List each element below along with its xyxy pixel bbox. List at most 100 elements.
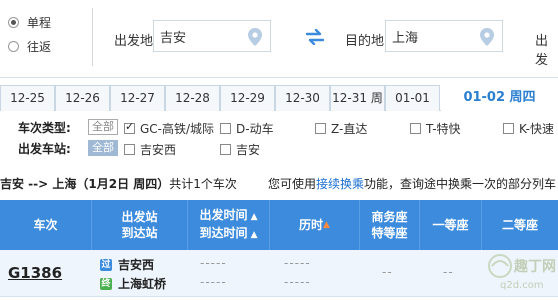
note-prefix: 您可使用	[268, 177, 317, 191]
col-to-label: 到达站	[121, 226, 158, 240]
jian-checkbox[interactable]	[220, 144, 231, 155]
train-type-all-button[interactable]: 全部	[88, 119, 118, 135]
d-checkbox[interactable]	[220, 123, 231, 134]
one-way-label: 单程	[27, 15, 52, 30]
date-tabs: 12-25 12-26 12-27 12-28 12-29 12-30 12-3…	[0, 85, 558, 112]
date-label: 出发	[535, 34, 549, 68]
first-seat: --	[443, 265, 454, 279]
duration-line-1: -----	[284, 256, 311, 270]
watermark-text: 趣丁网	[514, 259, 556, 275]
from-station-name: 吉安西	[118, 258, 155, 272]
col-arrive-time[interactable]: 到达时间 ▲	[199, 225, 257, 243]
gc-label: GC-高铁/城际	[140, 122, 215, 136]
col-second-label: 二等座	[501, 218, 538, 232]
filter-k[interactable]: K-快速	[503, 120, 554, 137]
train-type-filter: 车次类型: 全部	[18, 118, 118, 136]
z-label: Z-直达	[331, 122, 368, 136]
location-pin-icon[interactable]	[480, 28, 494, 46]
results-table-header: 车次 出发站 到达站 出发时间 ▲ 到达时间 ▲ 历时 ▲ 商务座 特等座 一等…	[0, 200, 558, 250]
date-tab[interactable]: 12-31 周	[330, 85, 385, 111]
k-checkbox[interactable]	[503, 123, 514, 134]
date-tab[interactable]: 12-26	[55, 85, 110, 111]
filter-station-jianxi[interactable]: 吉安西	[124, 141, 176, 158]
col-from-label: 出发站	[121, 210, 158, 224]
d-label: D-动车	[236, 122, 274, 136]
date-tab[interactable]: 12-28	[165, 85, 220, 111]
sort-up-icon[interactable]: ▲	[247, 230, 258, 240]
business-seat: --	[382, 265, 393, 279]
to-station-cell: 终 上海虹桥	[100, 275, 166, 292]
t-checkbox[interactable]	[410, 123, 421, 134]
train-type-label: 车次类型:	[18, 120, 71, 135]
filter-station-jian[interactable]: 吉安	[220, 141, 260, 158]
col-second: 二等座	[482, 200, 558, 250]
note-suffix: 功能，查询途中换乘一次的部分列车	[364, 177, 557, 191]
pass-badge: 过	[100, 258, 112, 271]
col-special-label: 特等座	[371, 226, 408, 240]
date-tab[interactable]: 12-27	[110, 85, 165, 111]
depart-time: -----	[200, 256, 227, 270]
k-label: K-快速	[519, 122, 554, 136]
swap-icon[interactable]	[305, 29, 325, 45]
t-label: T-特快	[426, 122, 461, 136]
date-tab[interactable]: 12-25	[0, 85, 55, 111]
col-first-label: 一等座	[432, 218, 469, 232]
result-summary: 吉安 --> 上海（1月2日 周四）共计1个车次 您可使用接续换乘功能，查询途中…	[0, 173, 558, 193]
train-number-link[interactable]: G1386	[8, 264, 62, 282]
transfer-link[interactable]: 接续换乘	[316, 177, 364, 191]
search-panel: 单程 往返 出发地 吉安 目的地 上海 出发	[0, 0, 558, 78]
round-trip-option[interactable]: 往返	[8, 34, 88, 58]
gc-checkbox[interactable]	[124, 120, 135, 134]
to-station-value: 上海	[392, 30, 419, 46]
filter-z[interactable]: Z-直达	[315, 120, 367, 137]
col-stations: 出发站 到达站	[92, 200, 188, 250]
jian-label: 吉安	[236, 143, 261, 157]
from-station-value: 吉安	[160, 30, 187, 46]
sort-up-icon[interactable]: ▲	[323, 217, 330, 233]
from-station-input[interactable]: 吉安	[153, 20, 271, 52]
col-duration-label: 历时	[299, 218, 324, 232]
date-tab[interactable]: 12-30	[275, 85, 330, 111]
col-arrive-label: 到达时间	[199, 226, 248, 240]
filter-t[interactable]: T-特快	[410, 120, 461, 137]
date-tab[interactable]: 01-01	[385, 85, 440, 111]
terminal-badge: 终	[100, 277, 112, 290]
arrive-time: -----	[200, 275, 227, 289]
filter-gc[interactable]: GC-高铁/城际	[124, 120, 214, 137]
sort-up-icon[interactable]: ▲	[247, 212, 258, 222]
from-station-cell: 过 吉安西	[100, 256, 154, 273]
round-trip-label: 往返	[27, 39, 52, 54]
col-times[interactable]: 出发时间 ▲ 到达时间 ▲	[188, 200, 270, 250]
col-first: 一等座	[420, 200, 482, 250]
route-text: 吉安 --> 上海（1月2日 周四）	[0, 177, 170, 191]
to-station-input[interactable]: 上海	[385, 20, 503, 52]
train-count: 共计1个车次	[169, 177, 237, 191]
date-tab-active[interactable]: 01-02 周四	[441, 85, 558, 112]
station-filter-label: 出发车站:	[18, 141, 71, 156]
one-way-radio[interactable]	[8, 16, 19, 28]
col-depart-time[interactable]: 出发时间 ▲	[199, 207, 257, 225]
col-business-label: 商务座	[371, 210, 408, 224]
from-label: 出发地	[114, 34, 154, 49]
col-business: 商务座 特等座	[360, 200, 420, 250]
date-tab[interactable]: 12-29	[220, 85, 275, 111]
one-way-option[interactable]: 单程	[8, 10, 88, 34]
trip-type-group: 单程 往返	[8, 10, 88, 58]
to-label: 目的地	[345, 34, 385, 49]
col-train-label: 车次	[33, 218, 58, 232]
filter-d[interactable]: D-动车	[220, 120, 274, 137]
jianxi-checkbox[interactable]	[124, 144, 135, 155]
to-station-name: 上海虹桥	[118, 277, 167, 291]
round-trip-radio[interactable]	[8, 40, 19, 52]
watermark-url: q2d.com	[500, 280, 544, 291]
table-row[interactable]: G1386 过 吉安西 终 上海虹桥 ----- ----- ----- -- -…	[0, 250, 558, 297]
location-pin-icon[interactable]	[248, 28, 262, 46]
station-filter: 出发车站: 全部	[18, 139, 118, 157]
jianxi-label: 吉安西	[140, 143, 177, 157]
station-all-button[interactable]: 全部	[88, 140, 118, 156]
divider	[92, 8, 93, 66]
transfer-note: 您可使用接续换乘功能，查询途中换乘一次的部分列车	[268, 175, 556, 192]
z-checkbox[interactable]	[315, 123, 326, 134]
col-train: 车次	[0, 200, 92, 250]
col-duration[interactable]: 历时 ▲	[270, 200, 360, 250]
